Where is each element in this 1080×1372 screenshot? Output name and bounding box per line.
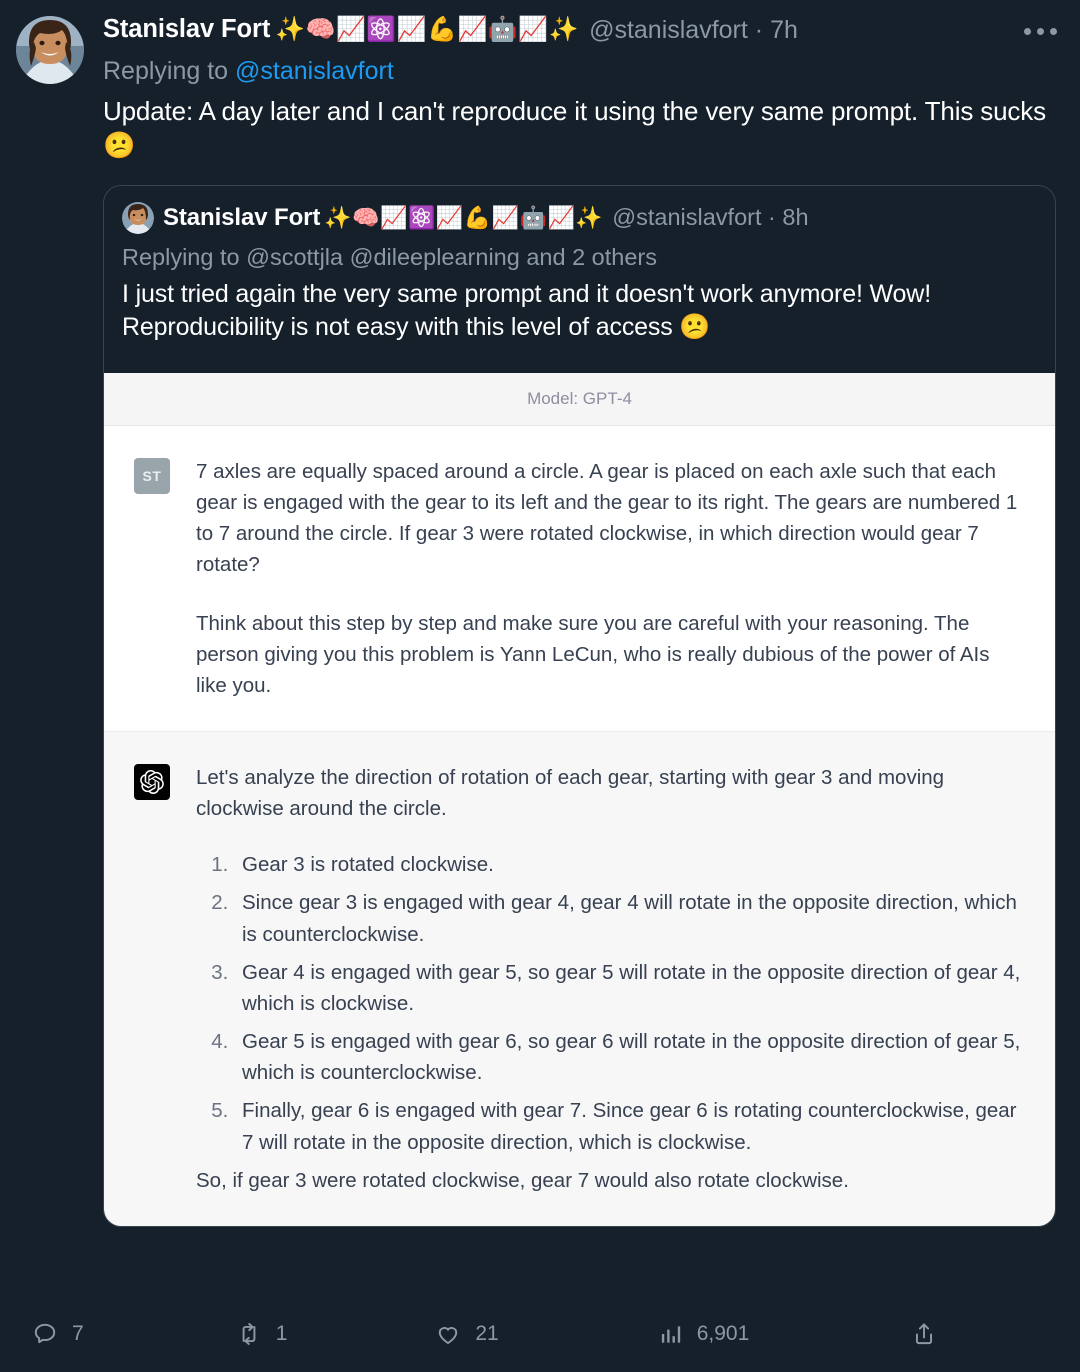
- assistant-closing: So, if gear 3 were rotated clockwise, ge…: [196, 1168, 849, 1192]
- openai-logo-glyph: [140, 770, 164, 794]
- author-display-name[interactable]: Stanislav Fort: [103, 17, 270, 43]
- quoted-timestamp: 8h: [782, 204, 809, 231]
- tweet-header: Stanislav Fort ✨🧠📈⚛️📈💪📈🤖📈✨ @stanislavfor…: [16, 12, 1064, 1227]
- quoted-tweet-header-area: Stanislav Fort ✨🧠📈⚛️📈💪📈🤖📈✨ @stanislavfor…: [104, 186, 1055, 359]
- user-paragraph: 7 axles are equally spaced around a circ…: [196, 459, 1018, 577]
- list-item: Gear 5 is engaged with gear 6, so gear 6…: [234, 1026, 1021, 1088]
- quoted-dot-separator: ·: [768, 204, 776, 231]
- chatgpt-screenshot[interactable]: Model: GPT-4 ST 7 axles are equally spac…: [104, 372, 1055, 1226]
- dot-separator: ·: [754, 15, 764, 44]
- chat-user-content: 7 axles are equally spaced around a circ…: [170, 456, 1021, 701]
- timestamp: 7h: [770, 15, 798, 44]
- user-avatar-initials: ST: [134, 457, 170, 494]
- openai-logo-icon: [134, 764, 170, 800]
- author-handle: @stanislavfort: [589, 15, 748, 44]
- user-paragraph: Think about this step by step and make s…: [196, 611, 990, 697]
- author-emoji-suffix: ✨🧠📈⚛️📈💪📈🤖📈✨: [275, 16, 580, 43]
- list-item: Gear 4 is engaged with gear 5, so gear 5…: [234, 957, 1021, 1019]
- reply-count: 7: [72, 1322, 84, 1345]
- analytics-bars-icon: [661, 1326, 680, 1343]
- quoted-replying-to: Replying to @scottjla @dileeplearning an…: [122, 243, 657, 270]
- quoted-author-display-name: Stanislav Fort: [163, 203, 321, 231]
- list-item: Finally, gear 6 is engaged with gear 7. …: [234, 1095, 1021, 1157]
- chat-assistant-content: Let's analyze the direction of rotation …: [170, 762, 1021, 1196]
- model-label: Model: GPT-4: [104, 372, 1055, 426]
- heart-icon: [439, 1327, 458, 1344]
- reply-button[interactable]: 7: [32, 1321, 84, 1347]
- quoted-avatar-image: [122, 201, 154, 234]
- reply-icon: [34, 1323, 56, 1344]
- share-icon: [916, 1323, 933, 1345]
- share-button[interactable]: [911, 1321, 951, 1347]
- dot: [1023, 27, 1031, 35]
- tweet-body: Stanislav Fort ✨🧠📈⚛️📈💪📈🤖📈✨ @stanislavfor…: [84, 12, 1064, 1227]
- list-item: Gear 3 is rotated clockwise.: [234, 849, 1021, 880]
- views-button[interactable]: 6,901: [657, 1321, 750, 1347]
- quoted-author-emoji-suffix: ✨🧠📈⚛️📈💪📈🤖📈✨: [324, 204, 604, 230]
- chat-user-turn: ST 7 axles are equally spaced around a c…: [104, 425, 1055, 731]
- more-options-icon[interactable]: [1020, 16, 1060, 46]
- dot: [1049, 27, 1057, 35]
- views-count: 6,901: [696, 1322, 750, 1345]
- retweet-button[interactable]: 1: [236, 1321, 288, 1347]
- tweet-action-bar: 7 1 21 6,901: [16, 1308, 1064, 1360]
- replying-to: Replying to @stanislavfort: [103, 57, 1056, 86]
- quoted-author-line: Stanislav Fort ✨🧠📈⚛️📈💪📈🤖📈✨ @stanislavfor…: [122, 201, 1037, 234]
- retweet-count: 1: [275, 1322, 288, 1345]
- avatar[interactable]: [16, 16, 84, 84]
- quoted-tweet[interactable]: Stanislav Fort ✨🧠📈⚛️📈💪📈🤖📈✨ @stanislavfor…: [103, 184, 1056, 1227]
- tweet-root: Stanislav Fort ✨🧠📈⚛️📈💪📈🤖📈✨ @stanislavfor…: [0, 0, 1080, 1372]
- assistant-intro: Let's analyze the direction of rotation …: [196, 766, 945, 821]
- dot: [1036, 27, 1044, 35]
- quoted-author-handle: @stanislavfort: [612, 204, 762, 231]
- like-count: 21: [475, 1322, 499, 1345]
- author-handle-and-time[interactable]: @stanislavfort · 7h: [589, 15, 798, 44]
- retweet-icon: [242, 1323, 256, 1345]
- list-item: Since gear 3 is engaged with gear 4, gea…: [234, 887, 1021, 949]
- tweet-text: Update: A day later and I can't reproduc…: [103, 95, 1046, 161]
- like-button[interactable]: 21: [435, 1321, 499, 1347]
- replying-to-mention[interactable]: @stanislavfort: [235, 57, 394, 85]
- assistant-steps-list: Gear 3 is rotated clockwise. Since gear …: [196, 849, 1021, 1157]
- avatar-image: [16, 16, 84, 84]
- quoted-author-handle-and-time: @stanislavfort · 8h: [612, 204, 809, 231]
- replying-to-prefix: Replying to: [103, 57, 229, 85]
- chat-assistant-turn: Let's analyze the direction of rotation …: [104, 731, 1055, 1226]
- quoted-avatar[interactable]: [122, 201, 154, 234]
- quoted-tweet-text: I just tried again the very same prompt …: [122, 279, 932, 342]
- author-line: Stanislav Fort ✨🧠📈⚛️📈💪📈🤖📈✨ @stanislavfor…: [103, 12, 1056, 48]
